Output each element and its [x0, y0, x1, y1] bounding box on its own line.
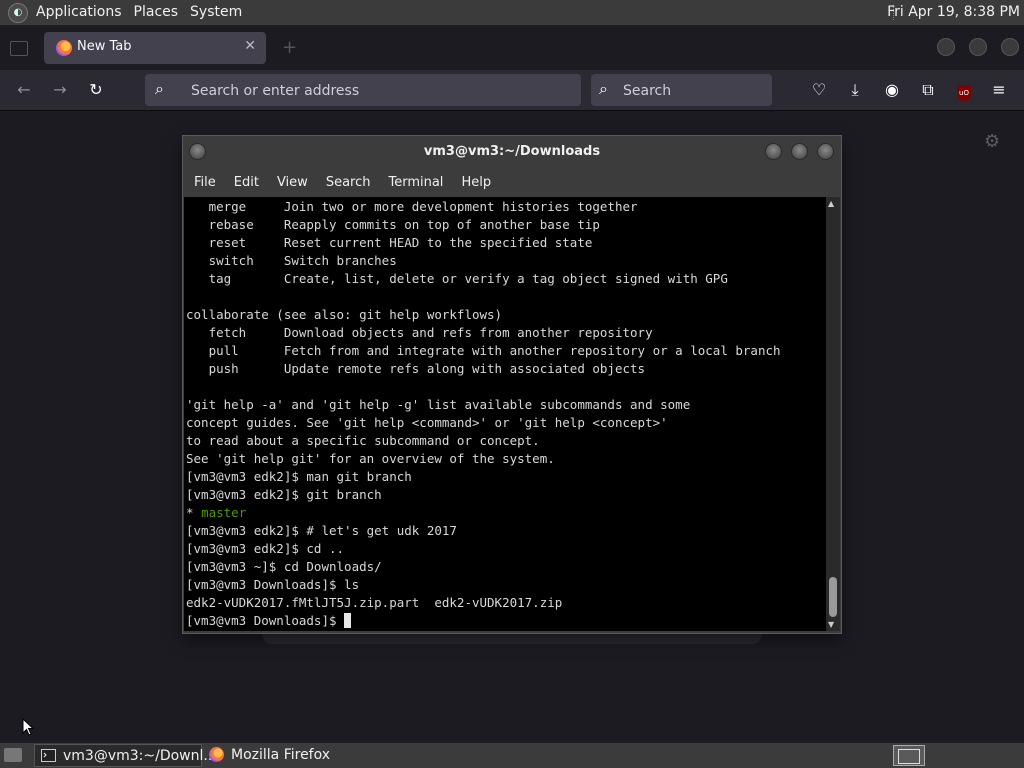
scrollbar-thumb[interactable] — [829, 577, 837, 617]
navigation-bar: ← → ↻ ⌕ ⌕ ♡ ⤓ ◉ ⧉ uO ≡ — [0, 70, 1024, 111]
minimize-window-button[interactable] — [937, 38, 955, 56]
new-tab-icon[interactable]: + — [282, 37, 297, 58]
terminal-output: merge Join two or more development histo… — [184, 197, 826, 630]
terminal-screen[interactable]: merge Join two or more development histo… — [184, 197, 826, 631]
url-bar[interactable]: ⌕ — [145, 74, 581, 108]
tab-new-tab[interactable]: New Tab ✕ — [44, 32, 266, 64]
taskbar-item-terminal[interactable]: vm3@vm3:~/Downl... — [34, 744, 217, 767]
reload-icon[interactable]: ↻ — [85, 79, 107, 101]
menu-file[interactable]: File — [183, 175, 225, 190]
tab-title: New Tab — [77, 39, 132, 54]
terminal-line: See 'git help git' for an overview of th… — [186, 451, 555, 466]
terminal-line: [vm3@vm3 edk2]$ git branch — [186, 487, 382, 502]
extensions-icon[interactable]: ⧉ — [917, 79, 939, 101]
terminal-line: collaborate (see also: git help workflow… — [186, 307, 503, 322]
terminal-line: [vm3@vm3 Downloads]$ — [186, 613, 345, 628]
terminal-line: fetch Download objects and refs from ano… — [186, 325, 653, 340]
terminal-scrollbar[interactable]: ▲ ▼ — [826, 197, 840, 631]
gear-icon[interactable]: ⚙ — [984, 131, 1000, 152]
places-menu[interactable]: Places — [128, 0, 185, 25]
close-tab-icon[interactable]: ✕ — [244, 38, 256, 54]
terminal-menubar: File Edit View Search Terminal Help — [183, 168, 841, 196]
terminal-cursor — [344, 613, 352, 628]
show-desktop-icon[interactable] — [4, 748, 22, 762]
clock[interactable]: Fri Apr 19, 8:38 PM — [887, 0, 1020, 25]
hamburger-menu-icon[interactable]: ≡ — [988, 79, 1010, 101]
close-window-button[interactable] — [1001, 38, 1019, 56]
firefox-icon — [209, 747, 224, 762]
menu-edit[interactable]: Edit — [225, 175, 268, 190]
account-icon[interactable]: ◉ — [881, 79, 903, 101]
terminal-line: [vm3@vm3 edk2]$ cd .. — [186, 541, 345, 556]
terminal-line: [vm3@vm3 edk2]$ # let's get udk 2017 — [186, 523, 457, 538]
terminal-line: 'git help -a' and 'git help -g' list ava… — [186, 397, 691, 412]
search-bar[interactable]: ⌕ — [591, 74, 772, 108]
mouse-pointer-icon — [22, 718, 34, 736]
terminal-line: tag Create, list, delete or verify a tag… — [186, 271, 728, 286]
applications-menu[interactable]: Applications — [30, 0, 128, 25]
distro-logo-icon[interactable]: ◐ — [8, 2, 28, 23]
search-input[interactable] — [621, 74, 765, 108]
terminal-icon — [41, 749, 56, 762]
taskbar-item-firefox[interactable]: Mozilla Firefox — [203, 744, 373, 767]
menu-help[interactable]: Help — [452, 175, 500, 190]
terminal-close-button[interactable] — [817, 143, 834, 160]
ublock-origin-icon[interactable]: uO — [953, 79, 975, 101]
tab-bar: New Tab ✕ + — [0, 25, 1024, 70]
menu-terminal[interactable]: Terminal — [379, 175, 452, 190]
search-icon: ⌕ — [599, 79, 608, 98]
downloads-icon[interactable]: ⤓ — [844, 79, 866, 101]
bottom-panel: vm3@vm3:~/Downl... Mozilla Firefox — [0, 743, 1024, 768]
menu-view[interactable]: View — [268, 175, 317, 190]
back-arrow-icon[interactable]: ← — [13, 79, 35, 101]
terminal-line: switch Switch branches — [186, 253, 397, 268]
terminal-line: to read about a specific subcommand or c… — [186, 433, 540, 448]
maximize-window-button[interactable] — [969, 38, 987, 56]
terminal-line: * — [186, 505, 202, 520]
scroll-up-icon[interactable]: ▲ — [828, 199, 834, 208]
terminal-line: reset Reset current HEAD to the specifie… — [186, 235, 593, 250]
terminal-line: pull Fetch from and integrate with anoth… — [186, 343, 781, 358]
taskbar-label: Mozilla Firefox — [231, 747, 331, 763]
menu-search[interactable]: Search — [317, 175, 380, 190]
terminal-line: [vm3@vm3 ~]$ cd Downloads/ — [186, 559, 382, 574]
current-branch: master — [201, 505, 247, 520]
terminal-minimize-button[interactable] — [765, 143, 782, 160]
top-panel: ◐ Applications Places System Fri Apr 19,… — [0, 0, 1024, 25]
terminal-line: edk2-vUDK2017.fMtlJT5J.zip.part edk2-vUD… — [186, 595, 563, 610]
terminal-line: concept guides. See 'git help <command>'… — [186, 415, 668, 430]
tab-overview-icon[interactable] — [10, 41, 28, 56]
terminal-line: [vm3@vm3 Downloads]$ ls — [186, 577, 360, 592]
search-icon: ⌕ — [155, 79, 164, 98]
scroll-down-icon[interactable]: ▼ — [828, 620, 834, 629]
forward-arrow-icon[interactable]: → — [49, 79, 71, 101]
workspace-switcher[interactable] — [893, 745, 925, 766]
pocket-icon[interactable]: ♡ — [808, 79, 830, 101]
firefox-icon — [56, 40, 72, 56]
terminal-line: rebase Reapply commits on top of another… — [186, 217, 600, 232]
url-input[interactable] — [189, 74, 573, 108]
terminal-maximize-button[interactable] — [791, 143, 808, 160]
terminal-title[interactable]: vm3@vm3:~/Downloads — [183, 136, 841, 168]
terminal-line: push Update remote refs along with assoc… — [186, 361, 646, 376]
terminal-window-menu-button[interactable] — [189, 143, 206, 160]
system-menu[interactable]: System — [184, 0, 248, 25]
terminal-window: vm3@vm3:~/Downloads File Edit View Searc… — [182, 135, 842, 634]
terminal-line: merge Join two or more development histo… — [186, 199, 638, 214]
taskbar-label: vm3@vm3:~/Downl... — [63, 748, 217, 764]
terminal-line: [vm3@vm3 edk2]$ man git branch — [186, 469, 412, 484]
